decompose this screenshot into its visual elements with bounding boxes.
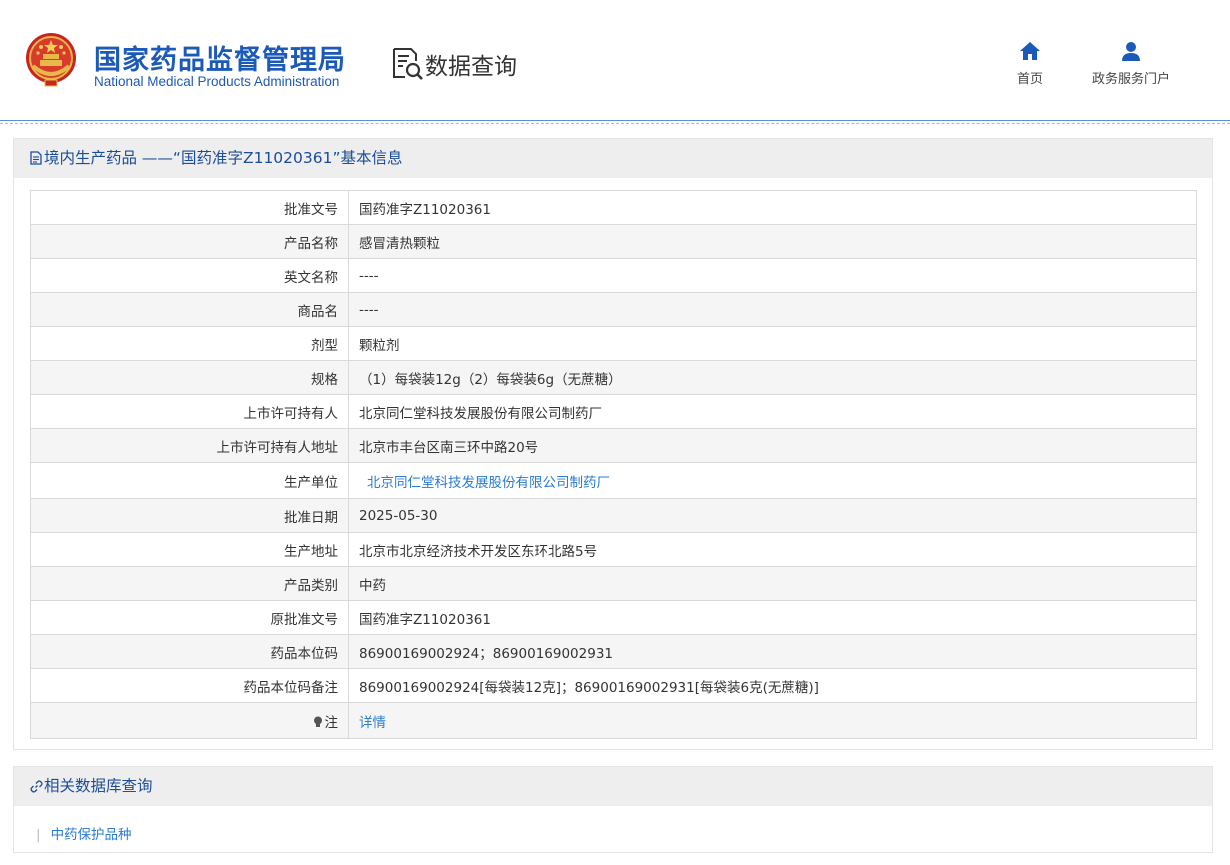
table-row: 规格 （1）每袋装12g（2）每袋装6g（无蔗糖） <box>30 360 1197 395</box>
row-value: 86900169002924；86900169002931 <box>348 634 1197 669</box>
lightbulb-icon <box>313 716 322 727</box>
row-value: （1）每袋装12g（2）每袋装6g（无蔗糖） <box>348 360 1197 395</box>
table-row: 上市许可持有人 北京同仁堂科技发展股份有限公司制药厂 <box>30 394 1197 429</box>
drug-info-panel-header: 境内生产药品 ——“国药准字Z11020361”基本信息 <box>14 139 1212 178</box>
row-value: 中药 <box>348 566 1197 601</box>
row-label: 原批准文号 <box>30 600 349 635</box>
row-label: 批准文号 <box>30 190 349 225</box>
data-query-title: 数据查询 <box>425 54 517 80</box>
table-row: 原批准文号 国药准字Z11020361 <box>30 600 1197 635</box>
related-db-panel-header: 相关数据库查询 <box>14 767 1212 806</box>
row-value: 北京市丰台区南三环中路20号 <box>348 428 1197 463</box>
site-header: 国家药品监督管理局 National Medical Products Admi… <box>0 0 1230 120</box>
row-value: ---- <box>348 292 1197 327</box>
row-value: 国药准字Z11020361 <box>348 190 1197 225</box>
note-label: 注 <box>324 714 339 731</box>
row-label: 注 <box>30 702 349 739</box>
related-db-panel: 相关数据库查询 | 中药保护品种 <box>13 766 1213 853</box>
table-row: 上市许可持有人地址 北京市丰台区南三环中路20号 <box>30 428 1197 463</box>
org-name-cn: 国家药品监督管理局 <box>94 45 346 76</box>
row-value: 86900169002924[每袋装12克]；86900169002931[每袋… <box>348 668 1197 703</box>
drug-info-panel: 境内生产药品 ——“国药准字Z11020361”基本信息 批准文号 国药准字Z1… <box>13 138 1213 750</box>
row-label: 生产地址 <box>30 532 349 567</box>
row-label: 上市许可持有人 <box>30 394 349 429</box>
home-icon <box>1020 42 1040 60</box>
row-label: 产品名称 <box>30 224 349 259</box>
header-divider <box>0 120 1230 121</box>
row-label: 生产单位 <box>30 462 349 499</box>
table-row: 注 详情 <box>30 702 1197 739</box>
row-label: 批准日期 <box>30 498 349 533</box>
row-label: 商品名 <box>30 292 349 327</box>
nav-portal-label: 政务服务门户 <box>1091 72 1170 87</box>
row-value: 颗粒剂 <box>348 326 1197 361</box>
table-row: 生产单位 北京同仁堂科技发展股份有限公司制药厂 <box>30 462 1197 499</box>
table-row: 药品本位码备注 86900169002924[每袋装12克]；869001690… <box>30 668 1197 703</box>
nav-gov-service-portal[interactable]: 政务服务门户 <box>1082 40 1180 87</box>
table-row: 产品类别 中药 <box>30 566 1197 601</box>
table-row: 商品名 ---- <box>30 292 1197 327</box>
row-label: 产品类别 <box>30 566 349 601</box>
row-label: 英文名称 <box>30 258 349 293</box>
document-icon <box>30 151 42 165</box>
table-row: 药品本位码 86900169002924；86900169002931 <box>30 634 1197 669</box>
row-label: 上市许可持有人地址 <box>30 428 349 463</box>
drug-info-table: 批准文号 国药准字Z11020361 产品名称 感冒清热颗粒 英文名称 ----… <box>30 190 1197 739</box>
table-row: 产品名称 感冒清热颗粒 <box>30 224 1197 259</box>
row-value: 2025-05-30 <box>348 498 1197 533</box>
row-value: 北京市北京经济技术开发区东环北路5号 <box>348 532 1197 567</box>
link-separator: | <box>36 827 41 843</box>
row-value: 北京同仁堂科技发展股份有限公司制药厂 <box>348 462 1197 499</box>
user-icon <box>1122 42 1140 61</box>
data-query-icon <box>393 48 423 80</box>
nav-home[interactable]: 首页 <box>1010 40 1050 87</box>
row-value: 详情 <box>348 702 1197 739</box>
nav-home-label: 首页 <box>1016 72 1043 87</box>
link-icon <box>30 780 43 793</box>
row-value: 北京同仁堂科技发展股份有限公司制药厂 <box>348 394 1197 429</box>
related-db-links: | 中药保护品种 <box>36 823 132 843</box>
row-label: 药品本位码 <box>30 634 349 669</box>
manufacturer-link[interactable]: 北京同仁堂科技发展股份有限公司制药厂 <box>367 475 610 491</box>
table-row: 生产地址 北京市北京经济技术开发区东环北路5号 <box>30 532 1197 567</box>
org-name-en: National Medical Products Administration <box>94 74 340 89</box>
drug-info-panel-title: 境内生产药品 ——“国药准字Z11020361”基本信息 <box>44 149 403 167</box>
related-db-panel-title: 相关数据库查询 <box>44 777 153 795</box>
details-link[interactable]: 详情 <box>359 715 386 731</box>
table-row: 剂型 颗粒剂 <box>30 326 1197 361</box>
row-value: 国药准字Z11020361 <box>348 600 1197 635</box>
row-label: 药品本位码备注 <box>30 668 349 703</box>
table-row: 批准文号 国药准字Z11020361 <box>30 190 1197 225</box>
header-divider-dashed <box>0 123 1230 124</box>
national-emblem-logo <box>26 33 76 87</box>
row-label: 规格 <box>30 360 349 395</box>
related-db-link[interactable]: 中药保护品种 <box>51 827 132 843</box>
row-label: 剂型 <box>30 326 349 361</box>
table-row: 英文名称 ---- <box>30 258 1197 293</box>
row-value: ---- <box>348 258 1197 293</box>
row-value: 感冒清热颗粒 <box>348 224 1197 259</box>
table-row: 批准日期 2025-05-30 <box>30 498 1197 533</box>
